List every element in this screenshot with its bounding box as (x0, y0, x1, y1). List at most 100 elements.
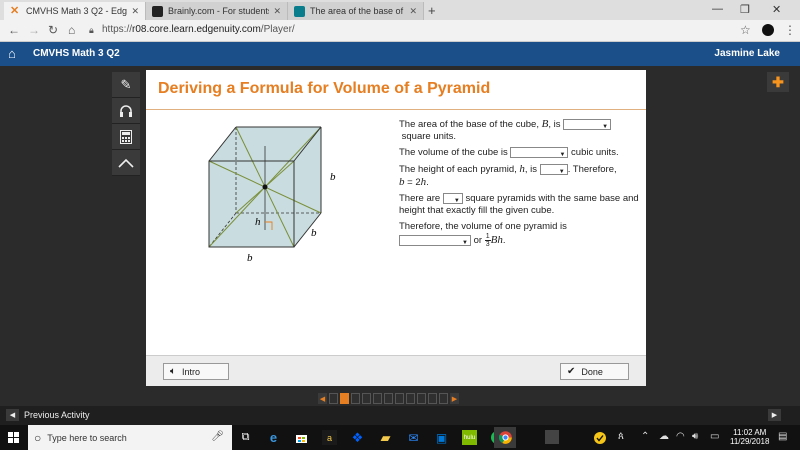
base-area-dropdown[interactable] (563, 118, 612, 133)
task-view-icon[interactable]: ⧉ (238, 430, 253, 445)
browser-tab-bar: ✕ CMVHS Math 3 Q2 - Edgenuity.com ✕ Brai… (0, 0, 800, 20)
page-dot[interactable] (351, 393, 360, 404)
notifications-icon[interactable]: ▤ (778, 431, 787, 442)
app-home-icon[interactable]: ⌂ (8, 46, 16, 61)
label-b-front: b (311, 227, 317, 239)
cube-volume-question: The volume of the cube is cubic units. (399, 147, 639, 161)
user-name[interactable]: Jasmine Lake (714, 48, 780, 59)
browser-menu-icon[interactable]: ⋮ (784, 23, 796, 37)
windows-start-icon[interactable] (0, 425, 26, 450)
page-dot-current[interactable] (340, 393, 349, 404)
windows-taskbar: ○ Type here to search 🎤︎ ⧉ e a ❖ ▰ ✉ ▣ h… (0, 425, 800, 450)
page-navigator: ◀ ▶ (318, 393, 459, 405)
label-b-bottom: b (247, 252, 253, 264)
people-icon[interactable]: ጰ (618, 431, 624, 442)
lesson-title: Deriving a Formula for Volume of a Pyram… (146, 70, 646, 110)
page-dot[interactable] (384, 393, 393, 404)
window-close-icon[interactable]: ✕ (772, 3, 781, 16)
pager-next-icon[interactable]: ▶ (450, 393, 459, 404)
headphones-tool-icon[interactable] (112, 98, 140, 124)
browser-tab-bing[interactable]: The area of the base of the cube ✕ (288, 2, 424, 20)
checkmark-icon: ✔ (567, 366, 576, 377)
cube-volume-dropdown[interactable] (510, 147, 569, 161)
edge-browser-icon[interactable]: e (266, 430, 281, 445)
forward-arrow-icon[interactable]: → (28, 23, 40, 37)
taskbar-clock[interactable]: 11:02 AM 11/29/2018 (730, 428, 769, 446)
lock-icon: 🔒︎ (89, 25, 94, 35)
done-button[interactable]: ✔ Done (560, 363, 629, 380)
new-tab-button[interactable]: + (428, 3, 436, 18)
page-dot[interactable] (406, 393, 415, 404)
tab-close-icon[interactable]: ✕ (131, 6, 139, 17)
tab-close-icon[interactable]: ✕ (409, 6, 417, 17)
cube-center-point (262, 184, 268, 190)
file-explorer-icon[interactable]: ▰ (378, 430, 393, 445)
speaker-icon: 🔈︎ (170, 366, 176, 377)
onedrive-cloud-icon[interactable]: ☁ (659, 431, 669, 442)
maximize-icon[interactable]: ❐ (740, 3, 750, 16)
question-text: The area of the base of the cube, B, is … (399, 118, 639, 252)
generic-app-icon[interactable] (545, 430, 559, 444)
pyramid-count-dropdown[interactable] (442, 193, 463, 207)
pager-prev-icon[interactable]: ◀ (318, 393, 327, 404)
reload-icon[interactable]: ↻ (48, 23, 58, 37)
mail-app-icon[interactable]: ✉ (406, 430, 421, 445)
photos-app-icon[interactable]: ▣ (434, 430, 449, 445)
hulu-app-icon[interactable]: hulu (462, 430, 477, 445)
lesson-footer: 🔈︎ Intro ✔ Done (146, 355, 646, 386)
brainly-favicon-icon (152, 5, 163, 17)
norton-security-icon[interactable] (592, 430, 607, 445)
wifi-icon[interactable]: ◠ (676, 431, 685, 442)
taskbar-search-box[interactable]: ○ Type here to search 🎤︎ (28, 425, 232, 450)
pyramid-height-dropdown[interactable] (539, 164, 568, 178)
pencil-tool-icon[interactable]: ✎ (112, 72, 140, 98)
pyramid-volume-question: Therefore, the volume of one pyramid is … (399, 221, 639, 249)
bookmark-star-icon[interactable]: ☆ (740, 23, 751, 37)
course-title: CMVHS Math 3 Q2 (33, 48, 120, 59)
pyramid-volume-dropdown[interactable] (399, 235, 471, 249)
home-icon[interactable]: ⌂ (68, 23, 75, 37)
next-activity-arrow-icon[interactable]: ▶ (768, 409, 781, 421)
label-h: h (255, 216, 261, 228)
edgenuity-favicon-icon: ✕ (10, 4, 20, 17)
chrome-active-task[interactable] (494, 427, 516, 448)
page-dot[interactable] (417, 393, 426, 404)
minimize-icon[interactable]: — (712, 3, 723, 15)
app-header: ⌂ CMVHS Math 3 Q2 Jasmine Lake (0, 42, 800, 66)
microphone-icon[interactable]: 🎤︎ (211, 431, 224, 442)
dropbox-icon[interactable]: ❖ (350, 430, 365, 445)
activity-bar: ◀ Previous Activity ▶ (0, 406, 800, 425)
collapse-up-icon[interactable] (112, 150, 140, 176)
page-dot[interactable] (428, 393, 437, 404)
url-field[interactable]: https://r08.core.learn.edgenuity.com/Pla… (102, 24, 295, 35)
search-circle-icon: ○ (34, 430, 42, 445)
tool-sidebar: ✎ (112, 72, 140, 176)
label-b-right: b (330, 171, 336, 183)
browser-tab-edgenuity[interactable]: ✕ CMVHS Math 3 Q2 - Edgenuity.com ✕ (4, 2, 146, 20)
page-dot[interactable] (439, 393, 448, 404)
base-area-question: The area of the base of the cube, B, is … (399, 118, 639, 143)
volume-icon[interactable]: 🔊︎ (692, 431, 698, 442)
previous-activity-link[interactable]: Previous Activity (24, 410, 90, 420)
amazon-app-icon[interactable]: a (322, 430, 337, 445)
tray-chevron-up-icon[interactable]: ⌃ (641, 431, 649, 442)
page-dot[interactable] (362, 393, 371, 404)
bing-favicon-icon (294, 5, 305, 17)
expand-plus-icon[interactable]: ✚ (767, 72, 789, 92)
previous-activity-arrow-icon[interactable]: ◀ (6, 409, 19, 421)
page-dot[interactable] (329, 393, 338, 404)
intro-button[interactable]: 🔈︎ Intro (163, 363, 229, 380)
browser-tab-brainly[interactable]: Brainly.com - For students. By students.… (146, 2, 288, 20)
cube-pyramid-diagram: b b b h (208, 126, 336, 264)
tab-close-icon[interactable]: ✕ (273, 6, 281, 17)
calculator-tool-icon[interactable] (112, 124, 140, 150)
input-method-icon[interactable]: ▭ (710, 431, 719, 442)
pyramid-height-question: The height of each pyramid, h, is . Ther… (399, 163, 639, 189)
page-dot[interactable] (373, 393, 382, 404)
address-bar: ← → ↻ ⌂ 🔒︎ https://r08.core.learn.edgenu… (0, 20, 800, 42)
profile-avatar-icon[interactable] (762, 24, 774, 36)
page-dot[interactable] (395, 393, 404, 404)
store-icon[interactable] (294, 430, 309, 445)
back-arrow-icon[interactable]: ← (8, 23, 20, 37)
pyramid-count-question: There are square pyramids with the same … (399, 193, 639, 217)
